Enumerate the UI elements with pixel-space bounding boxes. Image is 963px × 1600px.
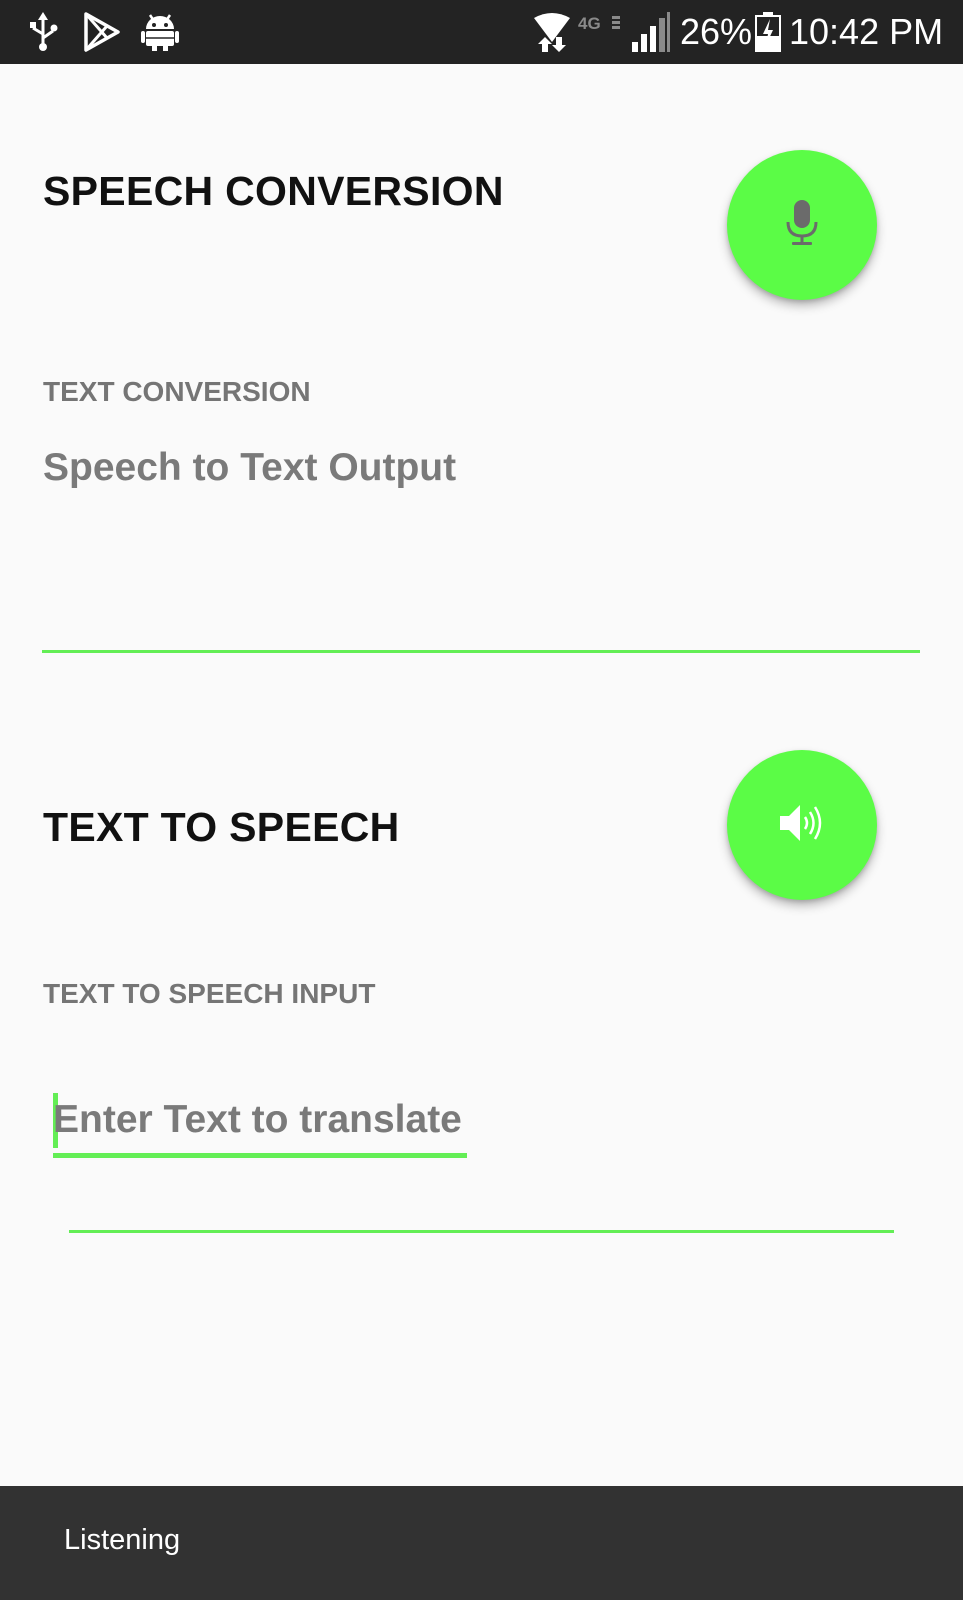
play-store-icon [83, 12, 121, 57]
text-to-speech-title: TEXT TO SPEECH [43, 804, 400, 850]
wifi-icon [532, 12, 572, 57]
microphone-button[interactable] [727, 150, 877, 300]
snackbar: Listening [0, 1486, 963, 1600]
battery-percent: 26% [680, 11, 753, 52]
speech-conversion-title: SPEECH CONVERSION [43, 168, 504, 214]
text-to-speech-input[interactable] [53, 1090, 473, 1150]
clock: 10:42 PM [789, 11, 944, 52]
text-to-speech-input-label: TEXT TO SPEECH INPUT [43, 978, 376, 1009]
usb-icon [26, 12, 60, 57]
text-input-underline [69, 1230, 894, 1233]
snackbar-message: Listening [64, 1524, 181, 1556]
speech-output-underline [42, 650, 920, 653]
speaker-icon [778, 801, 826, 850]
microphone-icon [785, 198, 819, 253]
android-icon [141, 12, 179, 57]
text-conversion-label: TEXT CONVERSION [43, 376, 311, 407]
speaker-button[interactable] [727, 750, 877, 900]
text-selection-underline [53, 1153, 467, 1158]
status-bar: 4G 26% 10:42 PM [0, 0, 963, 64]
signal-icon [630, 12, 672, 57]
lte-icon: 4G [578, 12, 624, 41]
network-badge: 4G [578, 14, 601, 33]
battery-icon [755, 12, 781, 57]
speech-to-text-output: Speech to Text Output [43, 446, 457, 489]
